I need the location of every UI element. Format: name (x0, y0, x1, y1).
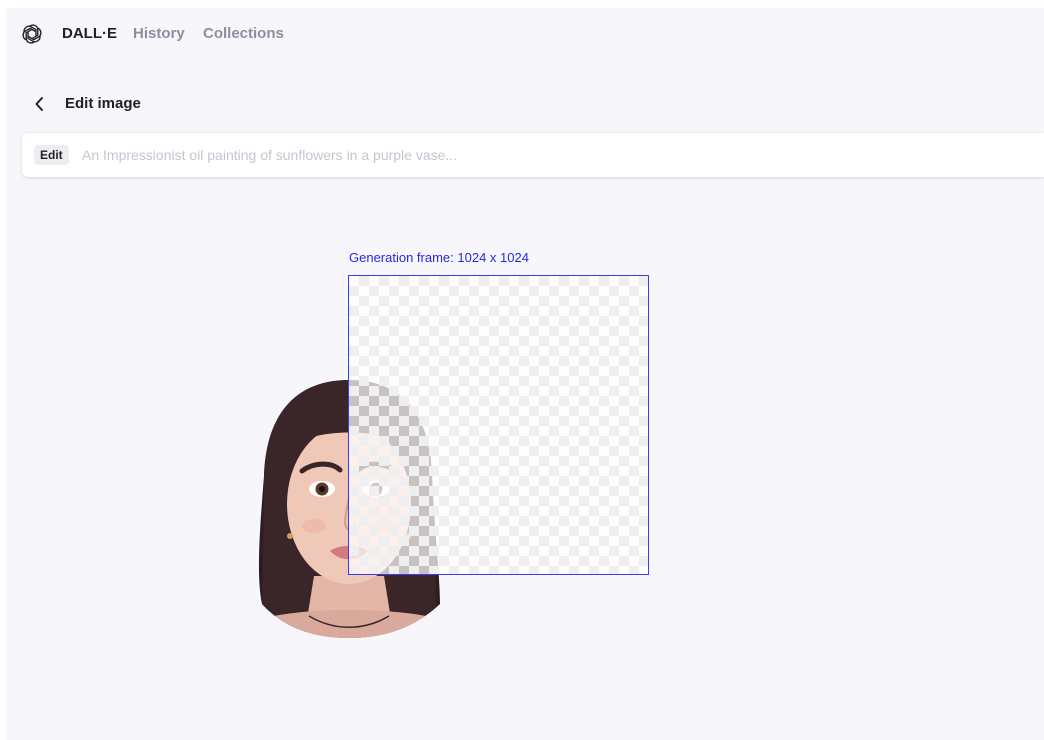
edit-badge: Edit (34, 145, 69, 165)
collections-link[interactable]: Collections (203, 25, 284, 42)
openai-logo-icon[interactable] (20, 22, 44, 46)
history-link[interactable]: History (133, 25, 185, 42)
chevron-left-icon[interactable] (30, 94, 50, 114)
app-root: DALL·E History Collections Edit image Ed… (6, 8, 1044, 740)
generation-frame-label: Generation frame: 1024 x 1024 (349, 250, 529, 265)
page-title: Edit image (65, 95, 141, 112)
brand-link[interactable]: DALL·E (62, 25, 117, 42)
prompt-input[interactable] (82, 141, 1022, 169)
prompt-bar: Edit (22, 133, 1044, 177)
top-nav: DALL·E History Collections (6, 8, 1044, 60)
generation-frame[interactable] (348, 275, 649, 575)
